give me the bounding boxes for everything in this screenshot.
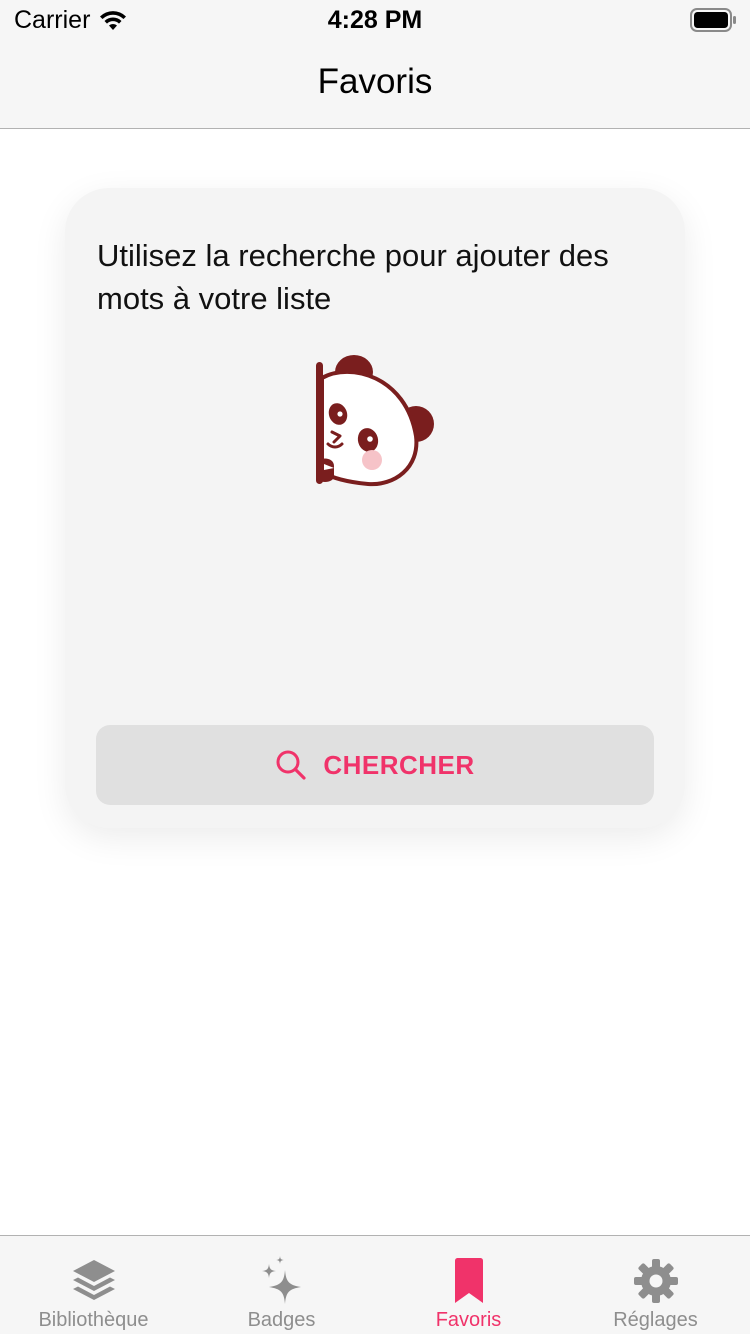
tab-bar: Bibliothèque Badges Favoris Réglages xyxy=(0,1235,750,1334)
battery-icon xyxy=(690,8,736,32)
empty-favorites-card: Utilisez la recherche pour ajouter des m… xyxy=(65,188,685,828)
page-title: Favoris xyxy=(317,62,433,101)
tab-label-bibliotheque: Bibliothèque xyxy=(38,1309,149,1331)
bookmark-icon xyxy=(454,1258,483,1303)
tab-bibliotheque[interactable]: Bibliothèque xyxy=(0,1236,187,1334)
search-button[interactable]: CHERCHER xyxy=(96,725,654,805)
gear-icon xyxy=(633,1259,678,1303)
search-icon xyxy=(276,750,306,780)
status-time: 4:28 PM xyxy=(327,6,423,34)
empty-state-message: Utilisez la recherche pour ajouter des m… xyxy=(97,238,609,316)
tab-badges[interactable]: Badges xyxy=(188,1236,375,1334)
navigation-bar: Favoris xyxy=(0,40,750,129)
tab-label-favoris: Favoris xyxy=(435,1309,502,1331)
tab-favoris[interactable]: Favoris xyxy=(375,1236,562,1334)
tab-reglages[interactable]: Réglages xyxy=(562,1236,749,1334)
status-bar: Carrier 4:28 PM xyxy=(0,0,750,40)
sparkles-icon xyxy=(261,1256,301,1304)
tab-label-reglages: Réglages xyxy=(613,1309,698,1331)
search-button-label: CHERCHER xyxy=(323,749,475,780)
layers-icon xyxy=(72,1260,115,1300)
tab-label-badges: Badges xyxy=(247,1309,316,1331)
panda-peeking-icon xyxy=(316,355,434,487)
